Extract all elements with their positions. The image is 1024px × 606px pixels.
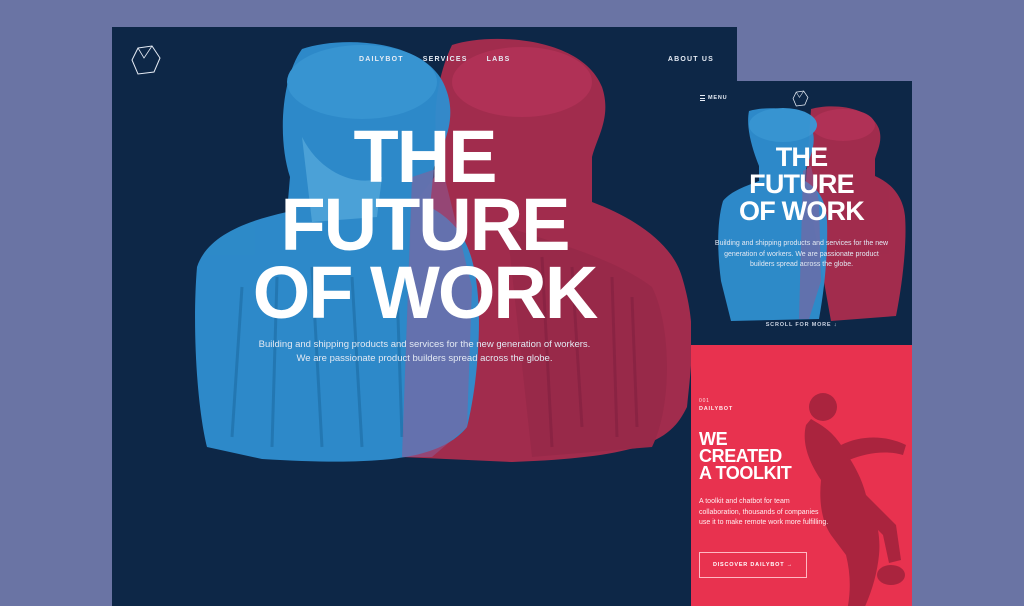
polyhedron-icon[interactable] [130, 44, 162, 76]
hero-description-line: We are passionate product builders sprea… [296, 353, 553, 364]
nav-dailybot[interactable]: DAILYBOT [359, 56, 404, 63]
hero-description: Building and shipping products and servi… [222, 338, 627, 366]
hero-title: THE FUTURE OF WORK [112, 115, 737, 334]
hero-title-line: OF WORK [252, 251, 599, 334]
mobile-hero: MENU THE FUTURE OF WORK Building and shi… [691, 81, 912, 345]
hero-title-line: FUTURE [280, 183, 570, 266]
main-nav: DAILYBOT SERVICES LABS [359, 56, 529, 63]
nav-services[interactable]: SERVICES [423, 56, 468, 63]
nav-labs[interactable]: LABS [487, 56, 511, 63]
mobile-hero-title-line: THE [775, 142, 828, 172]
nav-about-us[interactable]: ABOUT US [668, 56, 714, 63]
mobile-hero-description-line: Building and shipping products and servi… [714, 240, 889, 247]
scroll-for-more-link[interactable]: SCROLL FOR MORE ↓ [691, 322, 912, 328]
desktop-preview: DAILYBOT SERVICES LABS ABOUT US THE FUTU… [112, 27, 737, 606]
section-kicker: DAILYBOT [699, 406, 734, 412]
discover-dailybot-button[interactable]: DISCOVER DAILYBOT → [699, 552, 807, 578]
polyhedron-icon[interactable] [792, 90, 809, 107]
mobile-hero-title-line: OF WORK [739, 196, 865, 226]
dailybot-section: 001 DAILYBOT WE CREATED A TOOLKIT A tool… [691, 345, 912, 606]
mobile-hero-title: THE FUTURE OF WORK [691, 144, 912, 225]
section-heading: WE CREATED A TOOLKIT [699, 430, 792, 483]
mobile-hero-description-line: generation of workers. We are passionate… [724, 250, 879, 258]
menu-label: MENU [708, 95, 728, 101]
hero-title-line: THE [353, 115, 498, 198]
section-number: 001 [699, 398, 710, 404]
hero-description-line: Building and shipping products and servi… [258, 339, 591, 350]
menu-button[interactable]: MENU [700, 95, 727, 101]
hamburger-icon [700, 95, 705, 101]
section-description: A toolkit and chatbot for team collabora… [699, 498, 829, 526]
mobile-hero-description-line: builders spread across the globe. [749, 261, 854, 268]
section-heading-line: A TOOLKIT [699, 463, 792, 483]
mobile-hero-description: Building and shipping products and servi… [699, 239, 904, 271]
mobile-preview: MENU THE FUTURE OF WORK Building and shi… [691, 81, 912, 606]
mobile-hero-title-line: FUTURE [749, 169, 855, 199]
discus-thrower-illustration [804, 393, 906, 606]
